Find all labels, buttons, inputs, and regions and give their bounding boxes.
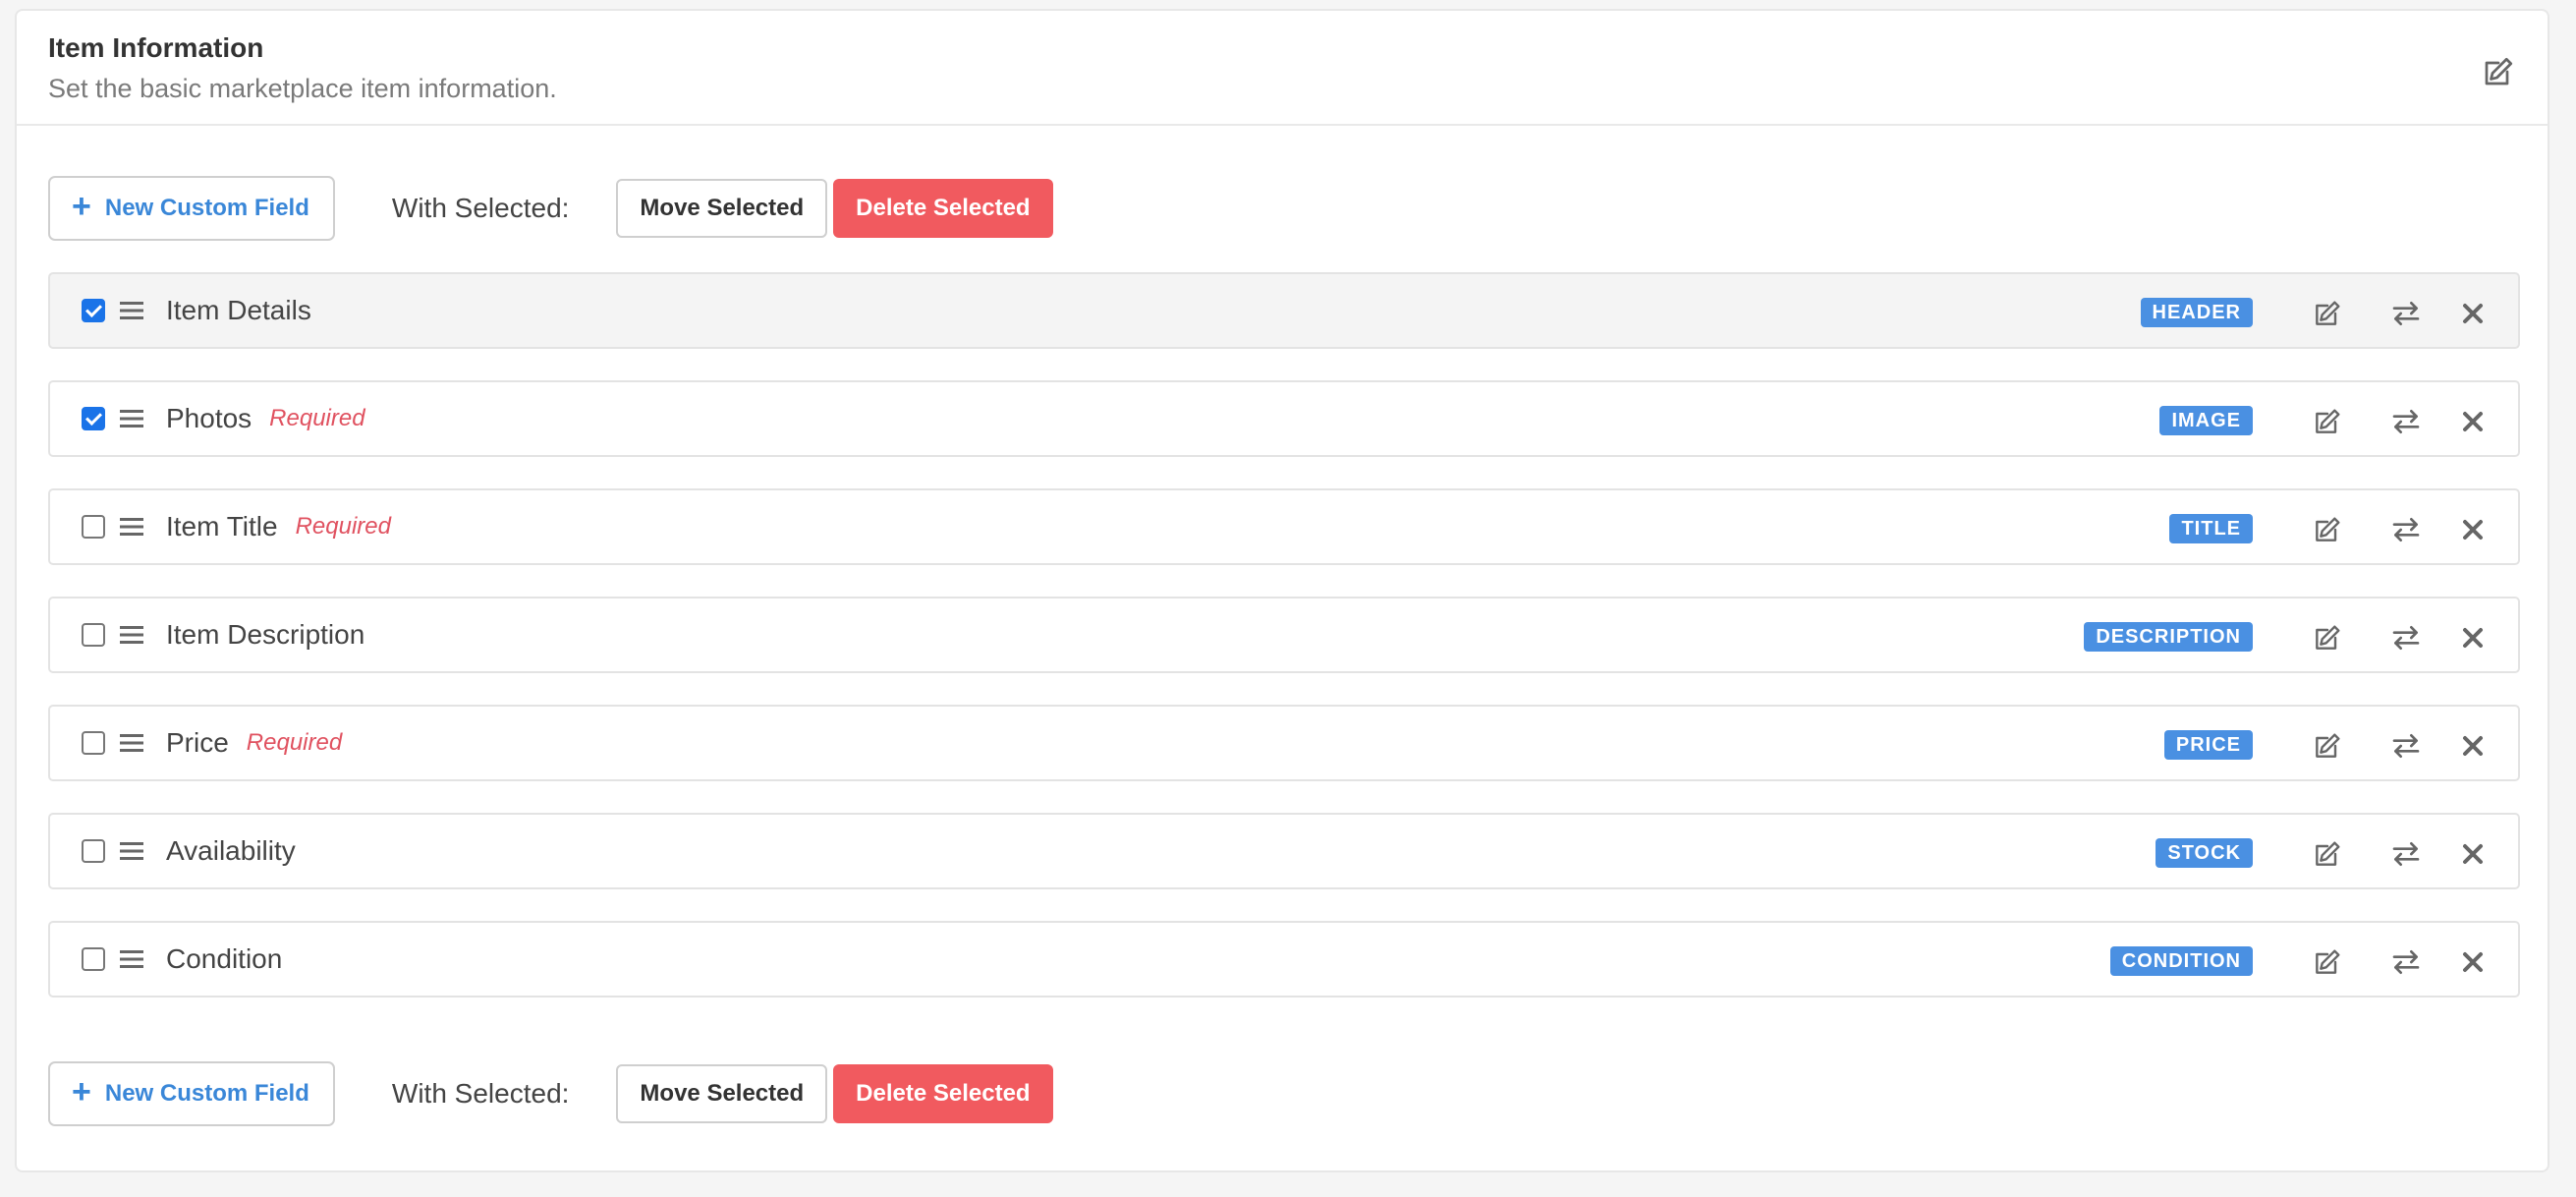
field-name: Item Description <box>166 619 365 650</box>
drag-handle-icon[interactable] <box>119 516 144 538</box>
field-checkbox[interactable] <box>82 731 105 755</box>
new-custom-field-label: New Custom Field <box>104 195 309 221</box>
close-icon[interactable] <box>2457 838 2489 870</box>
drag-handle-icon[interactable] <box>119 408 144 429</box>
edit-icon[interactable] <box>2312 838 2343 870</box>
delete-selected-button[interactable]: Delete Selected <box>833 179 1053 238</box>
edit-icon[interactable] <box>2481 54 2516 89</box>
field-type-badge: HEADER <box>2140 298 2253 327</box>
panel-header: Item Information Set the basic marketpla… <box>17 11 2548 126</box>
field-type-badge: IMAGE <box>2159 406 2253 435</box>
move-arrows-icon[interactable] <box>2390 514 2422 545</box>
close-icon[interactable] <box>2457 946 2489 978</box>
new-custom-field-button[interactable]: + New Custom Field <box>48 1061 335 1126</box>
move-arrows-icon[interactable] <box>2390 838 2422 870</box>
field-row: Price Required PRICE <box>48 705 2520 781</box>
plus-icon: + <box>72 188 91 225</box>
close-icon[interactable] <box>2457 298 2489 329</box>
edit-icon[interactable] <box>2312 298 2343 329</box>
field-row: Item Description DESCRIPTION <box>48 597 2520 673</box>
move-arrows-icon[interactable] <box>2390 946 2422 978</box>
close-icon[interactable] <box>2457 406 2489 437</box>
delete-selected-button[interactable]: Delete Selected <box>833 1064 1053 1123</box>
new-custom-field-button[interactable]: + New Custom Field <box>48 176 335 241</box>
required-label: Required <box>295 513 391 540</box>
field-row: Condition CONDITION <box>48 921 2520 998</box>
edit-icon[interactable] <box>2312 406 2343 437</box>
edit-icon[interactable] <box>2312 946 2343 978</box>
with-selected-label: With Selected: <box>391 1078 570 1109</box>
drag-handle-icon[interactable] <box>119 624 144 646</box>
field-type-badge: PRICE <box>2163 730 2253 760</box>
field-checkbox[interactable] <box>82 515 105 539</box>
page-subtitle: Set the basic marketplace item informati… <box>48 74 557 103</box>
field-type-badge: CONDITION <box>2109 946 2253 976</box>
field-checkbox[interactable] <box>82 839 105 863</box>
new-custom-field-label: New Custom Field <box>104 1080 309 1107</box>
field-type-badge: DESCRIPTION <box>2084 622 2253 652</box>
field-name: Availability <box>166 835 296 866</box>
edit-icon[interactable] <box>2312 514 2343 545</box>
edit-icon[interactable] <box>2312 730 2343 762</box>
drag-handle-icon[interactable] <box>119 732 144 754</box>
required-label: Required <box>269 405 365 431</box>
field-name: Price <box>166 727 229 758</box>
field-checkbox[interactable] <box>82 299 105 322</box>
close-icon[interactable] <box>2457 622 2489 654</box>
bottom-toolbar: + New Custom Field With Selected: Move S… <box>48 1061 1053 1126</box>
plus-icon: + <box>72 1073 91 1111</box>
field-type-badge: STOCK <box>2156 838 2253 868</box>
drag-handle-icon[interactable] <box>119 948 144 970</box>
drag-handle-icon[interactable] <box>119 840 144 862</box>
required-label: Required <box>246 729 343 756</box>
move-arrows-icon[interactable] <box>2390 730 2422 762</box>
field-name: Item Details <box>166 295 311 325</box>
field-row: Photos Required IMAGE <box>48 380 2520 457</box>
field-name: Condition <box>166 943 283 974</box>
move-selected-button[interactable]: Move Selected <box>616 1064 828 1123</box>
with-selected-label: With Selected: <box>391 193 570 223</box>
field-row: Item Details HEADER <box>48 272 2520 349</box>
item-information-panel: Item Information Set the basic marketpla… <box>15 9 2549 1172</box>
move-arrows-icon[interactable] <box>2390 622 2422 654</box>
move-selected-button[interactable]: Move Selected <box>616 179 828 238</box>
edit-icon[interactable] <box>2312 622 2343 654</box>
field-row: Availability STOCK <box>48 813 2520 889</box>
field-checkbox[interactable] <box>82 407 105 430</box>
field-list: Item Details HEADER Photos Required IMAG… <box>48 272 2520 1029</box>
field-checkbox[interactable] <box>82 623 105 647</box>
move-arrows-icon[interactable] <box>2390 298 2422 329</box>
field-name: Item Title <box>166 511 278 542</box>
field-type-badge: TITLE <box>2169 514 2253 543</box>
field-checkbox[interactable] <box>82 947 105 971</box>
top-toolbar: + New Custom Field With Selected: Move S… <box>48 176 1053 241</box>
drag-handle-icon[interactable] <box>119 300 144 321</box>
field-name: Photos <box>166 403 252 433</box>
field-row: Item Title Required TITLE <box>48 488 2520 565</box>
close-icon[interactable] <box>2457 514 2489 545</box>
close-icon[interactable] <box>2457 730 2489 762</box>
page-title: Item Information <box>48 32 264 63</box>
move-arrows-icon[interactable] <box>2390 406 2422 437</box>
